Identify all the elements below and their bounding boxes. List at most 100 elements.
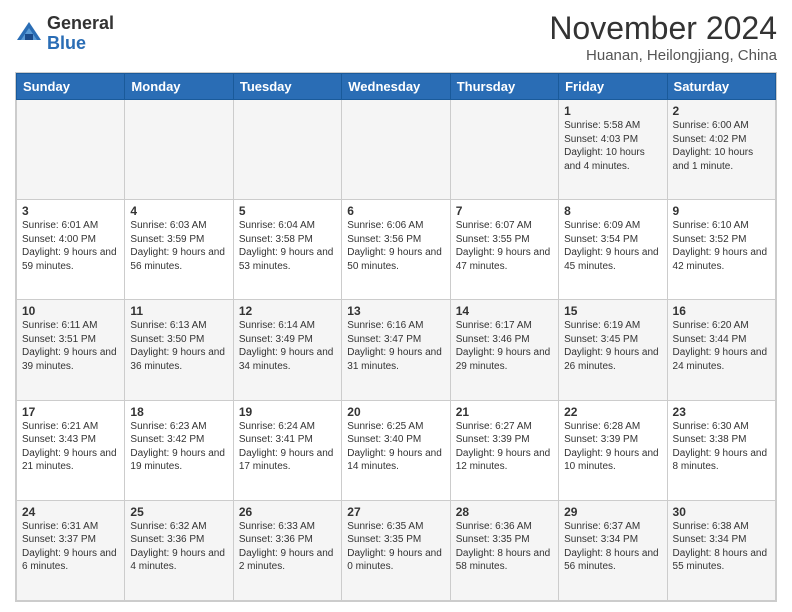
cell-4-3: 27Sunrise: 6:35 AM Sunset: 3:35 PM Dayli… bbox=[342, 500, 450, 600]
cell-0-4 bbox=[450, 100, 558, 200]
cell-3-4: 21Sunrise: 6:27 AM Sunset: 3:39 PM Dayli… bbox=[450, 400, 558, 500]
calendar: Sunday Monday Tuesday Wednesday Thursday… bbox=[15, 72, 777, 602]
day-number: 3 bbox=[22, 204, 119, 218]
day-info: Sunrise: 6:35 AM Sunset: 3:35 PM Dayligh… bbox=[347, 520, 444, 574]
page: General Blue November 2024 Huanan, Heilo… bbox=[0, 0, 792, 612]
cell-0-2 bbox=[233, 100, 341, 200]
day-info: Sunrise: 6:23 AM Sunset: 3:42 PM Dayligh… bbox=[130, 420, 227, 474]
day-number: 1 bbox=[564, 104, 661, 118]
day-number: 18 bbox=[130, 405, 227, 419]
day-number: 19 bbox=[239, 405, 336, 419]
header: General Blue November 2024 Huanan, Heilo… bbox=[15, 10, 777, 64]
col-monday: Monday bbox=[125, 74, 233, 100]
cell-3-1: 18Sunrise: 6:23 AM Sunset: 3:42 PM Dayli… bbox=[125, 400, 233, 500]
day-number: 15 bbox=[564, 304, 661, 318]
cell-3-5: 22Sunrise: 6:28 AM Sunset: 3:39 PM Dayli… bbox=[559, 400, 667, 500]
day-number: 8 bbox=[564, 204, 661, 218]
calendar-body: 1Sunrise: 5:58 AM Sunset: 4:03 PM Daylig… bbox=[17, 100, 776, 601]
day-number: 24 bbox=[22, 505, 119, 519]
day-number: 30 bbox=[673, 505, 770, 519]
cell-4-6: 30Sunrise: 6:38 AM Sunset: 3:34 PM Dayli… bbox=[667, 500, 775, 600]
day-info: Sunrise: 6:16 AM Sunset: 3:47 PM Dayligh… bbox=[347, 319, 444, 373]
cell-1-0: 3Sunrise: 6:01 AM Sunset: 4:00 PM Daylig… bbox=[17, 200, 125, 300]
day-number: 13 bbox=[347, 304, 444, 318]
cell-0-5: 1Sunrise: 5:58 AM Sunset: 4:03 PM Daylig… bbox=[559, 100, 667, 200]
day-number: 10 bbox=[22, 304, 119, 318]
day-info: Sunrise: 6:07 AM Sunset: 3:55 PM Dayligh… bbox=[456, 219, 553, 273]
cell-0-6: 2Sunrise: 6:00 AM Sunset: 4:02 PM Daylig… bbox=[667, 100, 775, 200]
day-info: Sunrise: 6:14 AM Sunset: 3:49 PM Dayligh… bbox=[239, 319, 336, 373]
cell-1-6: 9Sunrise: 6:10 AM Sunset: 3:52 PM Daylig… bbox=[667, 200, 775, 300]
day-number: 26 bbox=[239, 505, 336, 519]
day-number: 12 bbox=[239, 304, 336, 318]
cell-1-1: 4Sunrise: 6:03 AM Sunset: 3:59 PM Daylig… bbox=[125, 200, 233, 300]
week-row-2: 10Sunrise: 6:11 AM Sunset: 3:51 PM Dayli… bbox=[17, 300, 776, 400]
day-number: 4 bbox=[130, 204, 227, 218]
day-info: Sunrise: 6:32 AM Sunset: 3:36 PM Dayligh… bbox=[130, 520, 227, 574]
day-info: Sunrise: 6:25 AM Sunset: 3:40 PM Dayligh… bbox=[347, 420, 444, 474]
day-number: 25 bbox=[130, 505, 227, 519]
header-row: Sunday Monday Tuesday Wednesday Thursday… bbox=[17, 74, 776, 100]
day-number: 2 bbox=[673, 104, 770, 118]
logo-text: General Blue bbox=[47, 14, 114, 54]
week-row-0: 1Sunrise: 5:58 AM Sunset: 4:03 PM Daylig… bbox=[17, 100, 776, 200]
cell-2-5: 15Sunrise: 6:19 AM Sunset: 3:45 PM Dayli… bbox=[559, 300, 667, 400]
cell-4-0: 24Sunrise: 6:31 AM Sunset: 3:37 PM Dayli… bbox=[17, 500, 125, 600]
title-area: November 2024 Huanan, Heilongjiang, Chin… bbox=[549, 10, 777, 64]
cell-2-4: 14Sunrise: 6:17 AM Sunset: 3:46 PM Dayli… bbox=[450, 300, 558, 400]
day-number: 29 bbox=[564, 505, 661, 519]
logo-icon bbox=[15, 20, 43, 48]
day-number: 20 bbox=[347, 405, 444, 419]
day-number: 21 bbox=[456, 405, 553, 419]
day-info: Sunrise: 6:10 AM Sunset: 3:52 PM Dayligh… bbox=[673, 219, 770, 273]
cell-4-2: 26Sunrise: 6:33 AM Sunset: 3:36 PM Dayli… bbox=[233, 500, 341, 600]
day-info: Sunrise: 6:04 AM Sunset: 3:58 PM Dayligh… bbox=[239, 219, 336, 273]
cell-2-3: 13Sunrise: 6:16 AM Sunset: 3:47 PM Dayli… bbox=[342, 300, 450, 400]
cell-3-0: 17Sunrise: 6:21 AM Sunset: 3:43 PM Dayli… bbox=[17, 400, 125, 500]
cell-3-3: 20Sunrise: 6:25 AM Sunset: 3:40 PM Dayli… bbox=[342, 400, 450, 500]
week-row-4: 24Sunrise: 6:31 AM Sunset: 3:37 PM Dayli… bbox=[17, 500, 776, 600]
day-info: Sunrise: 6:31 AM Sunset: 3:37 PM Dayligh… bbox=[22, 520, 119, 574]
day-number: 27 bbox=[347, 505, 444, 519]
col-friday: Friday bbox=[559, 74, 667, 100]
cell-0-1 bbox=[125, 100, 233, 200]
day-info: Sunrise: 6:24 AM Sunset: 3:41 PM Dayligh… bbox=[239, 420, 336, 474]
col-thursday: Thursday bbox=[450, 74, 558, 100]
day-info: Sunrise: 6:21 AM Sunset: 3:43 PM Dayligh… bbox=[22, 420, 119, 474]
cell-0-3 bbox=[342, 100, 450, 200]
col-sunday: Sunday bbox=[17, 74, 125, 100]
day-info: Sunrise: 6:38 AM Sunset: 3:34 PM Dayligh… bbox=[673, 520, 770, 574]
cell-1-3: 6Sunrise: 6:06 AM Sunset: 3:56 PM Daylig… bbox=[342, 200, 450, 300]
day-info: Sunrise: 6:27 AM Sunset: 3:39 PM Dayligh… bbox=[456, 420, 553, 474]
day-info: Sunrise: 6:33 AM Sunset: 3:36 PM Dayligh… bbox=[239, 520, 336, 574]
day-info: Sunrise: 6:06 AM Sunset: 3:56 PM Dayligh… bbox=[347, 219, 444, 273]
week-row-3: 17Sunrise: 6:21 AM Sunset: 3:43 PM Dayli… bbox=[17, 400, 776, 500]
cell-2-0: 10Sunrise: 6:11 AM Sunset: 3:51 PM Dayli… bbox=[17, 300, 125, 400]
day-number: 22 bbox=[564, 405, 661, 419]
day-info: Sunrise: 6:20 AM Sunset: 3:44 PM Dayligh… bbox=[673, 319, 770, 373]
cell-2-2: 12Sunrise: 6:14 AM Sunset: 3:49 PM Dayli… bbox=[233, 300, 341, 400]
cell-1-5: 8Sunrise: 6:09 AM Sunset: 3:54 PM Daylig… bbox=[559, 200, 667, 300]
day-info: Sunrise: 6:37 AM Sunset: 3:34 PM Dayligh… bbox=[564, 520, 661, 574]
day-info: Sunrise: 6:28 AM Sunset: 3:39 PM Dayligh… bbox=[564, 420, 661, 474]
day-info: Sunrise: 6:00 AM Sunset: 4:02 PM Dayligh… bbox=[673, 119, 770, 173]
logo-general: General bbox=[47, 14, 114, 34]
day-info: Sunrise: 6:11 AM Sunset: 3:51 PM Dayligh… bbox=[22, 319, 119, 373]
cell-4-4: 28Sunrise: 6:36 AM Sunset: 3:35 PM Dayli… bbox=[450, 500, 558, 600]
day-number: 11 bbox=[130, 304, 227, 318]
day-number: 6 bbox=[347, 204, 444, 218]
cell-4-5: 29Sunrise: 6:37 AM Sunset: 3:34 PM Dayli… bbox=[559, 500, 667, 600]
day-info: Sunrise: 6:17 AM Sunset: 3:46 PM Dayligh… bbox=[456, 319, 553, 373]
logo-blue: Blue bbox=[47, 34, 114, 54]
col-tuesday: Tuesday bbox=[233, 74, 341, 100]
cell-3-2: 19Sunrise: 6:24 AM Sunset: 3:41 PM Dayli… bbox=[233, 400, 341, 500]
day-info: Sunrise: 6:03 AM Sunset: 3:59 PM Dayligh… bbox=[130, 219, 227, 273]
col-wednesday: Wednesday bbox=[342, 74, 450, 100]
cell-4-1: 25Sunrise: 6:32 AM Sunset: 3:36 PM Dayli… bbox=[125, 500, 233, 600]
day-number: 14 bbox=[456, 304, 553, 318]
calendar-header: Sunday Monday Tuesday Wednesday Thursday… bbox=[17, 74, 776, 100]
week-row-1: 3Sunrise: 6:01 AM Sunset: 4:00 PM Daylig… bbox=[17, 200, 776, 300]
cell-2-1: 11Sunrise: 6:13 AM Sunset: 3:50 PM Dayli… bbox=[125, 300, 233, 400]
cell-3-6: 23Sunrise: 6:30 AM Sunset: 3:38 PM Dayli… bbox=[667, 400, 775, 500]
location: Huanan, Heilongjiang, China bbox=[549, 47, 777, 64]
